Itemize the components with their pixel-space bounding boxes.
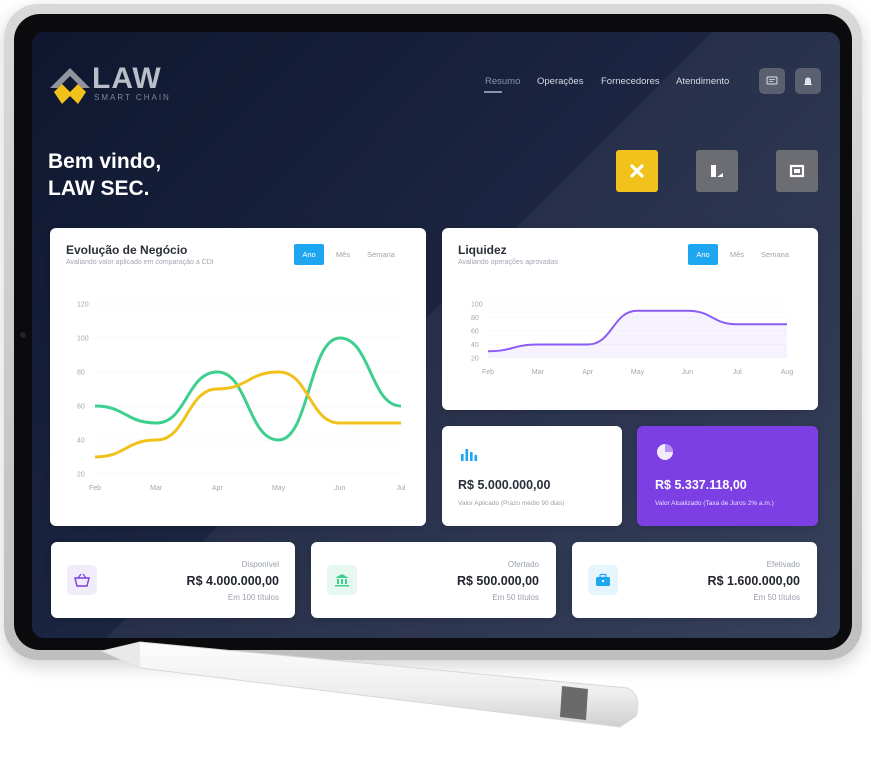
stylus-pencil: [100, 641, 639, 728]
